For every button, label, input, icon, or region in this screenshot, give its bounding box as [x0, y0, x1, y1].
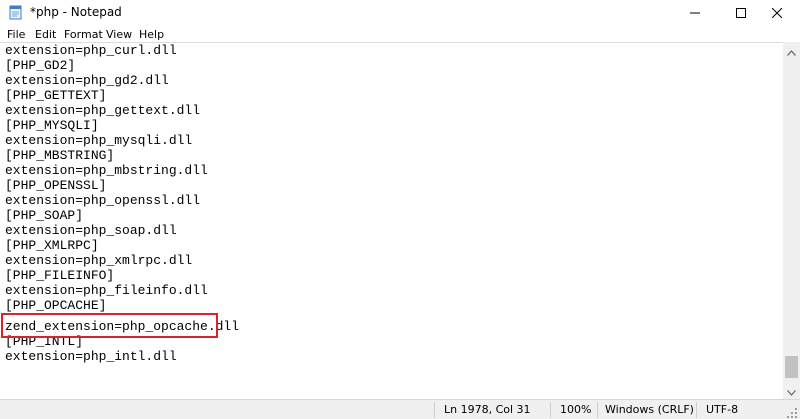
menu-help[interactable]: Help — [139, 27, 164, 42]
minimize-icon — [690, 3, 700, 22]
notepad-icon — [8, 4, 24, 20]
chevron-down-icon — [787, 381, 796, 400]
status-divider — [597, 402, 598, 418]
text-line: extension=php_curl.dll — [5, 43, 177, 58]
vertical-scrollbar[interactable] — [783, 42, 800, 399]
menu-edit[interactable]: Edit — [35, 27, 56, 42]
resize-grip-icon[interactable] — [786, 404, 798, 418]
menu-file[interactable]: File — [7, 27, 25, 42]
text-line: [PHP_MBSTRING] — [5, 148, 115, 163]
text-line: extension=php_fileinfo.dll — [5, 283, 208, 298]
close-button[interactable] — [754, 0, 800, 24]
text-line: extension=php_mbstring.dll — [5, 163, 208, 178]
text-line: extension=php_gettext.dll — [5, 103, 201, 118]
title-bar[interactable]: *php - Notepad — [0, 0, 800, 24]
text-line: [PHP_OPCACHE] — [5, 298, 107, 313]
text-editor[interactable]: extension=php_curl.dll [PHP_GD2] extensi… — [0, 42, 783, 399]
highlight-box — [1, 313, 218, 338]
text-line: [PHP_MYSQLI] — [5, 118, 99, 133]
text-line: extension=php_soap.dll — [5, 223, 177, 238]
text-line: [PHP_SOAP] — [5, 208, 84, 223]
window-title: *php - Notepad — [30, 5, 122, 19]
status-divider — [434, 402, 435, 418]
status-line-ending: Windows (CRLF) — [605, 403, 694, 416]
scroll-up-button[interactable] — [783, 42, 800, 59]
minimize-button[interactable] — [672, 0, 718, 24]
text-line: extension=php_mysqli.dll — [5, 133, 193, 148]
text-line: [PHP_GD2] — [5, 58, 76, 73]
text-line: extension=php_intl.dll — [5, 349, 177, 364]
text-line: [PHP_GETTEXT] — [5, 88, 107, 103]
chevron-up-icon — [787, 41, 796, 60]
status-bar: Ln 1978, Col 31 100% Windows (CRLF) UTF-… — [0, 399, 800, 419]
text-line: extension=php_gd2.dll — [5, 73, 169, 88]
status-divider — [550, 402, 551, 418]
text-line: [PHP_XMLRPC] — [5, 238, 99, 253]
status-encoding: UTF-8 — [706, 403, 739, 416]
scroll-thumb[interactable] — [785, 356, 798, 378]
scroll-down-button[interactable] — [783, 382, 800, 399]
notepad-window: *php - Notepad File Edit Format View Hel… — [0, 0, 800, 419]
menu-view[interactable]: View — [106, 27, 132, 42]
text-line: [PHP_OPENSSL] — [5, 178, 107, 193]
text-line: extension=php_openssl.dll — [5, 193, 201, 208]
text-line: [PHP_FILEINFO] — [5, 268, 115, 283]
menu-format[interactable]: Format — [64, 27, 103, 42]
status-divider — [696, 402, 697, 418]
text-line: extension=php_xmlrpc.dll — [5, 253, 193, 268]
status-position: Ln 1978, Col 31 — [444, 403, 531, 416]
status-zoom: 100% — [560, 403, 592, 416]
maximize-icon — [736, 3, 746, 22]
close-icon — [771, 3, 783, 22]
